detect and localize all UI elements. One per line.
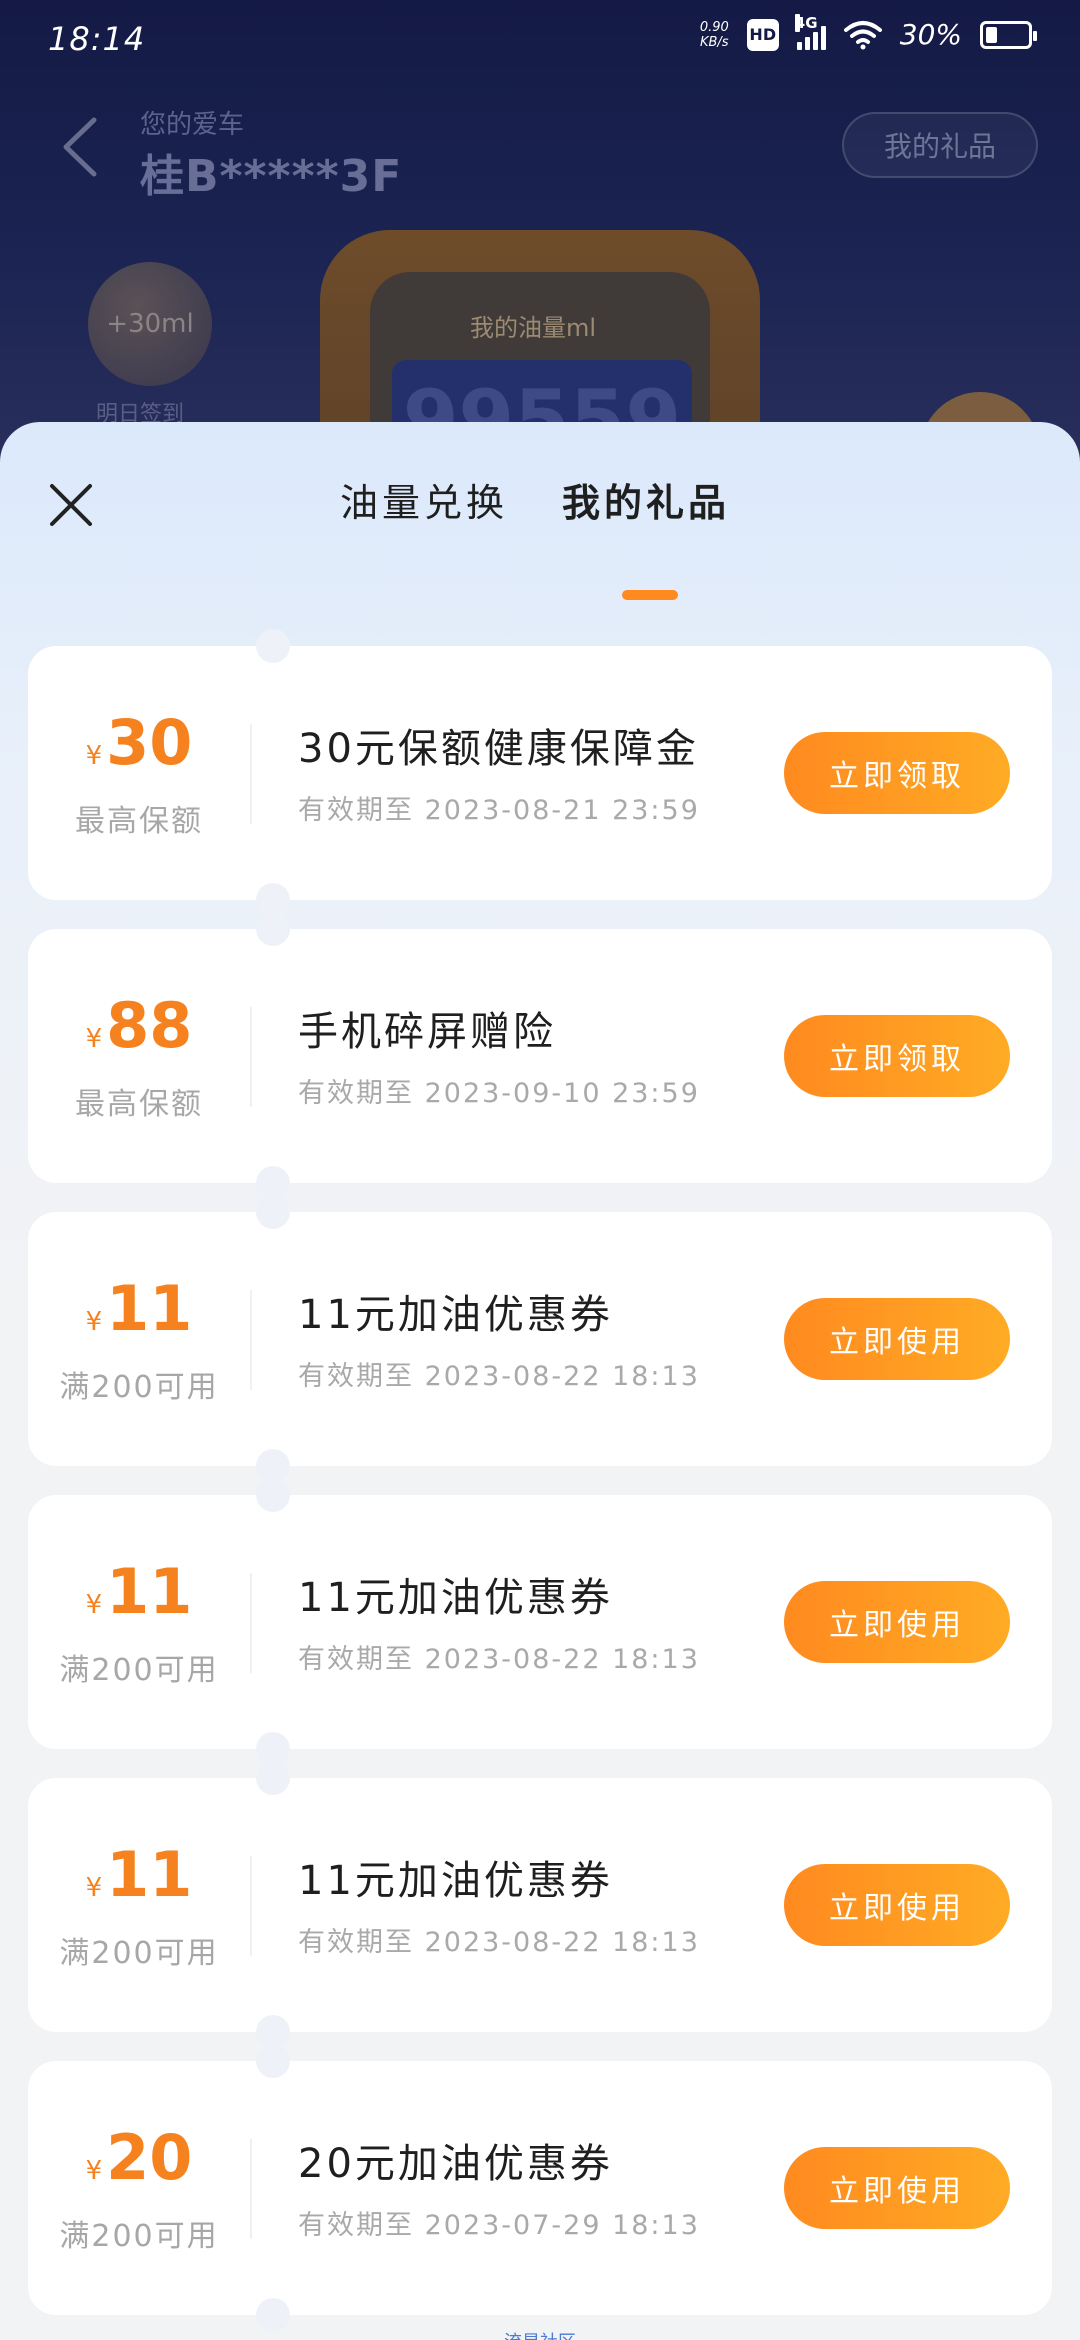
net-speed-unit: KB/s [699,34,729,50]
use-button[interactable]: 立即使用 [784,1864,1010,1946]
signal-icon: 4G [794,13,826,50]
gift-card: ¥88 最高保额 手机碎屏赠险 有效期至 2023-09-10 23:59 立即… [28,912,1052,1200]
gift-condition: 满200可用 [59,2219,219,2254]
amount-value: 20 [106,2121,193,2194]
gift-amount: ¥20 [28,2121,250,2194]
net-speed: 0.90 KB/s [700,20,729,50]
amount-value: 88 [106,989,193,1062]
gift-title: 20元加油优惠券 [298,2141,613,2187]
gift-condition: 最高保额 [75,804,203,839]
oil-amount-label: 我的油量ml [470,314,597,342]
gift-title: 11元加油优惠券 [298,1575,613,1621]
gift-amount: ¥11 [28,1272,250,1345]
gift-validity: 有效期至 2023-09-10 23:59 [298,1078,700,1109]
tab-my-gifts[interactable]: 我的礼品 [562,472,730,527]
gift-title: 11元加油优惠券 [298,1292,613,1338]
gift-validity: 有效期至 2023-08-21 23:59 [298,795,700,826]
gift-amount: ¥88 [28,989,250,1062]
car-plate: 桂B*****3F [140,151,403,202]
gift-card: ¥30 最高保额 30元保额健康保障金 有效期至 2023-08-21 23:5… [28,629,1052,917]
gift-validity: 有效期至 2023-08-22 18:13 [298,1927,700,1958]
gift-title: 11元加油优惠券 [298,1858,613,1904]
background-header: 18:14 0.90 KB/s HD 4G 30% 您的爱车 桂B*****3F [0,0,1080,470]
currency-symbol: ¥ [85,1873,103,1903]
battery-percent: 30% [899,18,962,51]
status-bar: 18:14 0.90 KB/s HD 4G 30% [0,0,1080,80]
gift-validity: 有效期至 2023-08-22 18:13 [298,1644,700,1675]
gift-condition: 最高保额 [75,1087,203,1122]
active-tab-indicator [622,590,678,600]
claim-button[interactable]: 立即领取 [784,1015,1010,1097]
claim-button[interactable]: 立即领取 [784,732,1010,814]
currency-symbol: ¥ [85,2156,103,2186]
network-type: 4G [794,13,818,32]
checkin-coin[interactable]: +30ml [88,262,212,386]
battery-icon [980,20,1037,49]
amount-value: 30 [106,706,193,779]
use-button[interactable]: 立即使用 [784,1298,1010,1380]
car-label: 您的爱车 [140,110,245,140]
gift-validity: 有效期至 2023-07-29 18:13 [298,2210,700,2241]
gifts-sheet: 油量兑换 我的礼品 ¥30 最高保额 30元保额健康保障金 有效期至 2023-… [0,422,1080,2340]
amount-value: 11 [106,1272,193,1345]
gift-condition: 满200可用 [59,1370,219,1405]
currency-symbol: ¥ [85,741,103,771]
use-button[interactable]: 立即使用 [784,1581,1010,1663]
status-time: 18:14 [48,20,146,58]
currency-symbol: ¥ [85,1307,103,1337]
net-speed-value: 0.90 [699,19,729,35]
use-button[interactable]: 立即使用 [784,2147,1010,2229]
sheet-tabs: 油量兑换 我的礼品 [0,472,1080,600]
gift-card: ¥20 满200可用 20元加油优惠券 有效期至 2023-07-29 18:1… [28,2044,1052,2332]
gift-amount: ¥11 [28,1838,250,1911]
tab-oil-exchange[interactable]: 油量兑换 [340,472,508,527]
back-arrow-icon[interactable] [56,112,106,182]
hd-icon: HD [746,18,779,51]
gift-validity: 有效期至 2023-08-22 18:13 [298,1361,700,1392]
gift-card: ¥11 满200可用 11元加油优惠券 有效期至 2023-08-22 18:1… [28,1478,1052,1766]
gift-title: 手机碎屏赠险 [298,1009,556,1055]
gift-card: ¥11 满200可用 11元加油优惠券 有效期至 2023-08-22 18:1… [28,1761,1052,2049]
footer-watermark: 流星社区 [0,2328,1080,2340]
gift-condition: 满200可用 [59,1936,219,1971]
currency-symbol: ¥ [85,1590,103,1620]
amount-value: 11 [106,1555,193,1628]
currency-symbol: ¥ [85,1024,103,1054]
gift-card: ¥11 满200可用 11元加油优惠券 有效期至 2023-08-22 18:1… [28,1195,1052,1483]
wifi-icon [843,20,882,49]
gift-amount: ¥30 [28,706,250,779]
gift-condition: 满200可用 [59,1653,219,1688]
gift-title: 30元保额健康保障金 [298,726,699,772]
gift-amount: ¥11 [28,1555,250,1628]
gift-list: ¥30 最高保额 30元保额健康保障金 有效期至 2023-08-21 23:5… [28,629,1052,2340]
my-gifts-button[interactable]: 我的礼品 [842,112,1038,178]
status-icons: 0.90 KB/s HD 4G 30% [700,13,1037,51]
amount-value: 11 [106,1838,193,1911]
